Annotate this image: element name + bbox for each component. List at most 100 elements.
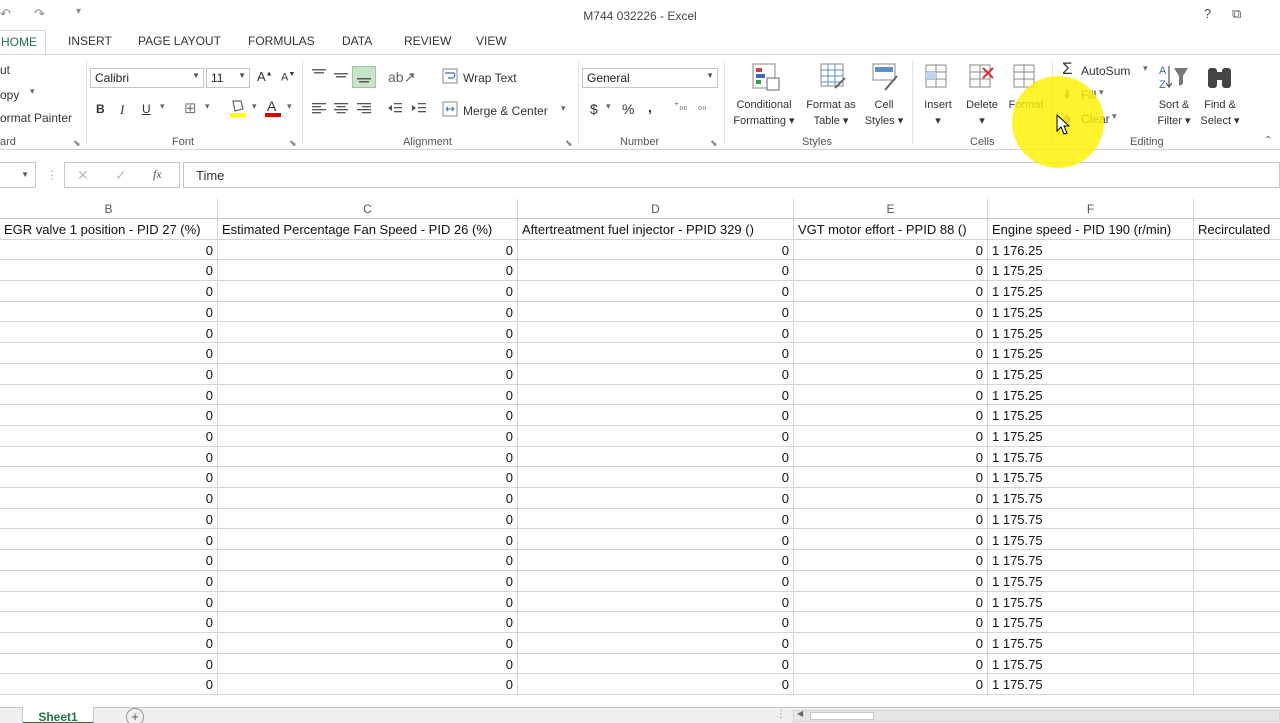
table-cell[interactable]: 0 — [218, 281, 518, 301]
table-cell[interactable]: 0 — [518, 550, 794, 570]
table-cell[interactable]: 0 — [518, 529, 794, 550]
table-cell[interactable] — [1194, 364, 1280, 384]
merge-dropdown-icon[interactable]: ▾ — [561, 103, 566, 114]
table-cell[interactable]: 0 — [218, 405, 518, 425]
table-cell[interactable]: 0 — [0, 446, 218, 467]
shrink-font-icon[interactable]: A▼ — [281, 71, 295, 84]
table-cell[interactable]: 1 175.75 — [988, 508, 1194, 529]
table-cell[interactable]: 0 — [0, 281, 218, 301]
table-cell[interactable] — [1194, 260, 1280, 280]
table-cell[interactable]: 0 — [0, 633, 218, 653]
table-cell[interactable]: 0 — [794, 591, 988, 612]
header-cell[interactable]: VGT motor effort - PPID 88 () — [794, 219, 988, 239]
table-cell[interactable]: 0 — [0, 550, 218, 570]
table-cell[interactable]: 0 — [518, 591, 794, 612]
table-cell[interactable]: 1 175.75 — [988, 674, 1194, 695]
table-cell[interactable]: 1 175.25 — [988, 301, 1194, 322]
table-cell[interactable]: 0 — [0, 653, 218, 674]
table-cell[interactable]: 1 175.25 — [988, 426, 1194, 446]
table-cell[interactable]: 0 — [0, 529, 218, 550]
scrollbar-thumb[interactable] — [810, 712, 874, 720]
add-sheet-button[interactable]: + — [126, 708, 144, 723]
column-header-b[interactable]: B — [0, 199, 218, 219]
sort-filter-button[interactable]: Sort & Filter ▾ — [1152, 97, 1196, 129]
table-cell[interactable]: 1 175.25 — [988, 322, 1194, 343]
copy-button[interactable]: opy — [0, 88, 19, 102]
decrease-decimal-icon[interactable]: ₀₀ — [698, 101, 706, 112]
clear-dropdown-icon[interactable]: ▾ — [1112, 111, 1117, 122]
tab-data[interactable]: DATA — [342, 34, 372, 48]
tab-splitter[interactable]: ⋮ — [776, 709, 786, 720]
middle-align-icon[interactable] — [332, 67, 350, 83]
tab-insert[interactable]: INSERT — [68, 34, 112, 48]
table-cell[interactable] — [1194, 633, 1280, 653]
format-cells-button[interactable]: Format — [1004, 97, 1048, 113]
table-cell[interactable]: 0 — [518, 343, 794, 363]
fill-button[interactable]: Fill — [1081, 88, 1096, 102]
table-cell[interactable]: 0 — [794, 384, 988, 405]
clear-button[interactable]: Clear — [1081, 112, 1110, 126]
bold-button[interactable]: B — [96, 102, 105, 116]
insert-function-icon[interactable]: fx — [153, 167, 162, 182]
header-cell[interactable]: Aftertreatment fuel injector - PPID 329 … — [518, 219, 794, 239]
find-select-button[interactable]: Find & Select ▾ — [1196, 97, 1244, 129]
table-cell[interactable]: 0 — [794, 467, 988, 488]
table-cell[interactable]: 0 — [218, 633, 518, 653]
table-cell[interactable]: 0 — [218, 612, 518, 632]
table-cell[interactable]: 0 — [794, 301, 988, 322]
table-cell[interactable] — [1194, 240, 1280, 260]
table-cell[interactable]: 0 — [518, 301, 794, 322]
clipboard-launcher-icon[interactable]: ⬊ — [73, 138, 81, 149]
table-cell[interactable] — [1194, 426, 1280, 446]
tab-home[interactable]: HOME — [0, 30, 46, 55]
table-cell[interactable] — [1194, 467, 1280, 487]
table-cell[interactable]: 0 — [0, 612, 218, 632]
table-cell[interactable]: 0 — [518, 653, 794, 674]
table-cell[interactable]: 0 — [0, 591, 218, 612]
help-icon[interactable]: ? — [1204, 6, 1211, 21]
increase-decimal-icon[interactable]: ⁺₀₀ — [674, 101, 688, 112]
tab-review[interactable]: REVIEW — [404, 34, 451, 48]
table-cell[interactable]: 0 — [518, 260, 794, 281]
italic-button[interactable]: I — [120, 102, 124, 118]
table-cell[interactable]: 0 — [518, 612, 794, 632]
table-cell[interactable]: 1 175.75 — [988, 591, 1194, 612]
collapse-ribbon-icon[interactable]: ⌃ — [1264, 135, 1272, 146]
table-cell[interactable]: 0 — [0, 343, 218, 363]
comma-button[interactable]: , — [648, 99, 652, 115]
table-cell[interactable]: 0 — [218, 446, 518, 467]
table-cell[interactable]: 0 — [794, 570, 988, 591]
table-cell[interactable] — [1194, 488, 1280, 508]
table-cell[interactable]: 0 — [218, 384, 518, 405]
align-left-icon[interactable] — [310, 100, 328, 116]
table-cell[interactable]: 0 — [218, 653, 518, 674]
table-cell[interactable]: 1 175.25 — [988, 260, 1194, 281]
table-cell[interactable]: 0 — [518, 674, 794, 695]
table-cell[interactable] — [1194, 323, 1280, 343]
ribbon-display-options-icon[interactable]: ⧉ — [1232, 6, 1241, 22]
table-cell[interactable] — [1194, 343, 1280, 363]
table-cell[interactable]: 0 — [794, 529, 988, 550]
table-cell[interactable]: 1 175.75 — [988, 529, 1194, 550]
enter-icon[interactable]: ✓ — [115, 167, 127, 184]
table-cell[interactable]: 1 175.75 — [988, 488, 1194, 508]
table-cell[interactable] — [1194, 405, 1280, 425]
table-cell[interactable]: 0 — [218, 488, 518, 508]
cancel-icon[interactable]: ✕ — [77, 167, 89, 184]
table-cell[interactable]: 0 — [218, 322, 518, 343]
column-header-d[interactable]: D — [518, 199, 794, 219]
table-cell[interactable]: 0 — [218, 363, 518, 384]
decrease-indent-icon[interactable] — [386, 100, 404, 116]
fill-dropdown-icon[interactable]: ▾ — [1099, 87, 1104, 98]
tab-view[interactable]: VIEW — [476, 34, 507, 48]
table-cell[interactable] — [1194, 385, 1280, 405]
table-cell[interactable]: 0 — [0, 405, 218, 425]
table-cell[interactable] — [1194, 530, 1280, 550]
sheet-tab-sheet1[interactable]: Sheet1 — [22, 707, 94, 723]
table-cell[interactable]: 0 — [0, 674, 218, 695]
table-cell[interactable]: 0 — [218, 301, 518, 322]
table-cell[interactable]: 1 175.75 — [988, 446, 1194, 467]
number-format-select[interactable]: General ▼ — [582, 68, 718, 88]
horizontal-scrollbar[interactable]: ◀ — [793, 709, 1280, 722]
table-cell[interactable]: 0 — [0, 467, 218, 488]
